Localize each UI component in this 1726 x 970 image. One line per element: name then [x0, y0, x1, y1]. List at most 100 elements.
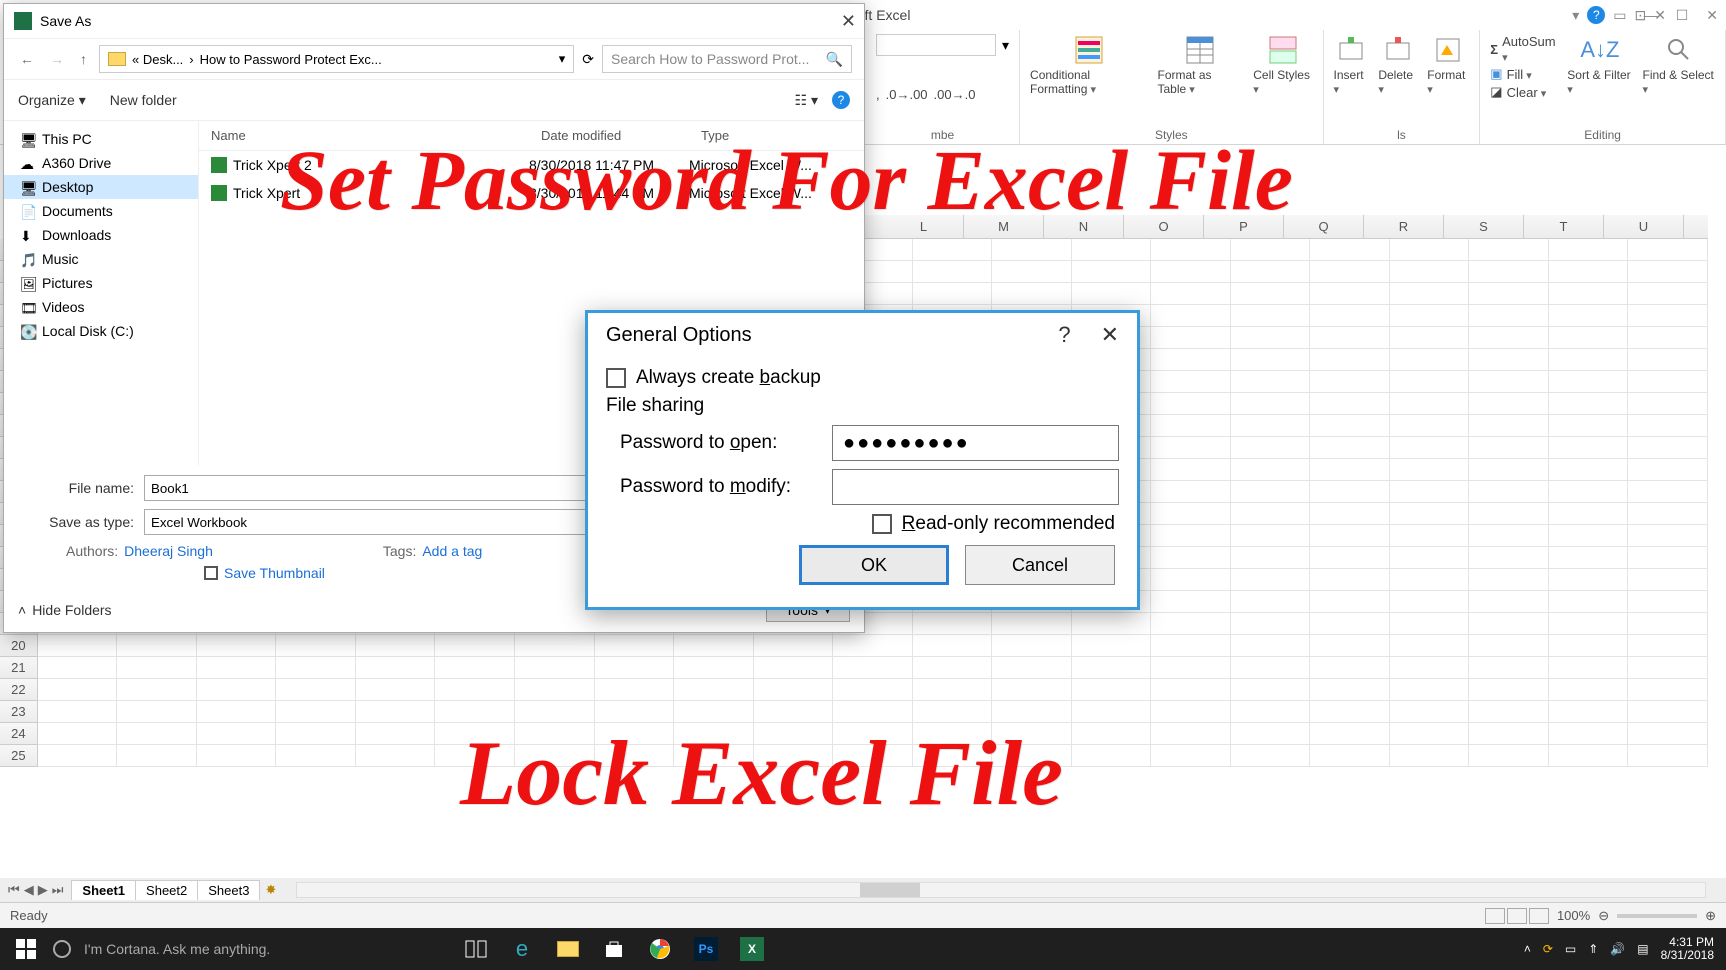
cell[interactable] [1628, 459, 1708, 481]
cell[interactable] [992, 745, 1072, 767]
col-date[interactable]: Date modified [529, 128, 689, 143]
explorer-icon[interactable] [554, 935, 582, 963]
cell[interactable] [1469, 415, 1549, 437]
format-as-table[interactable]: Format as Table [1158, 34, 1244, 96]
cell[interactable] [276, 745, 356, 767]
cell[interactable] [1072, 657, 1152, 679]
cell[interactable] [1390, 437, 1470, 459]
col-type[interactable]: Type [689, 128, 864, 143]
sheet-nav-next[interactable]: ▶ [38, 882, 48, 898]
row-header[interactable]: 22 [0, 679, 38, 701]
nav-back-icon[interactable]: ← [16, 47, 38, 71]
row-header[interactable]: 21 [0, 657, 38, 679]
cell[interactable] [1151, 525, 1231, 547]
cell[interactable] [754, 701, 834, 723]
cell[interactable] [1628, 393, 1708, 415]
cell[interactable] [1469, 393, 1549, 415]
task-view-icon[interactable] [462, 935, 490, 963]
cell[interactable] [992, 723, 1072, 745]
cell[interactable] [1469, 283, 1549, 305]
cell[interactable] [1151, 283, 1231, 305]
tray-battery-icon[interactable]: ▭ [1565, 942, 1576, 956]
cell[interactable] [435, 679, 515, 701]
sheet-tab[interactable]: Sheet1 [71, 880, 136, 900]
organize-menu[interactable]: Organize ▾ [18, 92, 86, 109]
cell[interactable] [1390, 679, 1470, 701]
help-icon[interactable]: ? [1587, 6, 1605, 24]
cell[interactable] [674, 745, 754, 767]
cell[interactable] [674, 679, 754, 701]
cell[interactable] [1628, 481, 1708, 503]
cell[interactable] [1390, 371, 1470, 393]
cell[interactable] [754, 657, 834, 679]
cell[interactable] [1151, 745, 1231, 767]
cell[interactable] [913, 701, 993, 723]
find-select[interactable]: Find & Select [1643, 34, 1716, 96]
cell[interactable] [1072, 701, 1152, 723]
cell[interactable] [1310, 371, 1390, 393]
cell[interactable] [1231, 635, 1311, 657]
cell[interactable] [197, 635, 277, 657]
cell[interactable] [1231, 261, 1311, 283]
cell[interactable] [1549, 415, 1629, 437]
cell[interactable] [1310, 415, 1390, 437]
cell[interactable] [1072, 635, 1152, 657]
cell[interactable] [356, 723, 436, 745]
cell[interactable] [1151, 305, 1231, 327]
cell[interactable] [1231, 239, 1311, 261]
cell[interactable] [1151, 679, 1231, 701]
qat-chevron-icon[interactable]: ▾ [1572, 7, 1579, 24]
cell[interactable] [197, 657, 277, 679]
cell[interactable] [1628, 349, 1708, 371]
cell[interactable] [1310, 635, 1390, 657]
cell[interactable] [1310, 547, 1390, 569]
cell[interactable] [1231, 569, 1311, 591]
cell[interactable] [1231, 525, 1311, 547]
cell[interactable] [1310, 459, 1390, 481]
cell[interactable] [913, 613, 993, 635]
tray-date[interactable]: 8/31/2018 [1661, 949, 1714, 962]
cell[interactable] [1231, 701, 1311, 723]
cell[interactable] [1628, 283, 1708, 305]
cell[interactable] [117, 723, 197, 745]
cell[interactable] [1390, 613, 1470, 635]
clear[interactable]: ◪Clear [1490, 84, 1557, 100]
cell[interactable] [1628, 701, 1708, 723]
cell[interactable] [1390, 283, 1470, 305]
cell[interactable] [833, 745, 913, 767]
cell[interactable] [1072, 239, 1152, 261]
cell[interactable] [1628, 745, 1708, 767]
cell[interactable] [117, 679, 197, 701]
cell[interactable] [1310, 437, 1390, 459]
nav-item[interactable]: 🖥This PC [4, 127, 198, 151]
row-header[interactable]: 23 [0, 701, 38, 723]
cell[interactable] [1469, 481, 1549, 503]
cell[interactable] [1390, 591, 1470, 613]
cell[interactable] [435, 657, 515, 679]
cell[interactable] [1549, 459, 1629, 481]
cell[interactable] [1151, 701, 1231, 723]
increase-decimal[interactable]: .0→.00 [886, 87, 928, 102]
cell[interactable] [197, 745, 277, 767]
cell[interactable] [833, 701, 913, 723]
refresh-icon[interactable]: ⟳ [582, 51, 594, 68]
sheet-nav-first[interactable]: ⏮ [8, 882, 20, 898]
cell[interactable] [1469, 349, 1549, 371]
cell[interactable] [1151, 635, 1231, 657]
cell[interactable] [276, 657, 356, 679]
cell[interactable] [1549, 591, 1629, 613]
decrease-decimal[interactable]: .00→.0 [934, 87, 976, 102]
cell[interactable] [1151, 261, 1231, 283]
cell[interactable] [992, 613, 1072, 635]
cell[interactable] [1231, 459, 1311, 481]
col-name[interactable]: Name [199, 128, 529, 143]
cell[interactable] [1390, 547, 1470, 569]
cell[interactable] [435, 701, 515, 723]
cell[interactable] [595, 635, 675, 657]
cell[interactable] [992, 283, 1072, 305]
cell[interactable] [754, 635, 834, 657]
cell[interactable] [1151, 613, 1231, 635]
cell[interactable] [992, 635, 1072, 657]
cell[interactable] [1469, 679, 1549, 701]
cell[interactable] [1390, 393, 1470, 415]
